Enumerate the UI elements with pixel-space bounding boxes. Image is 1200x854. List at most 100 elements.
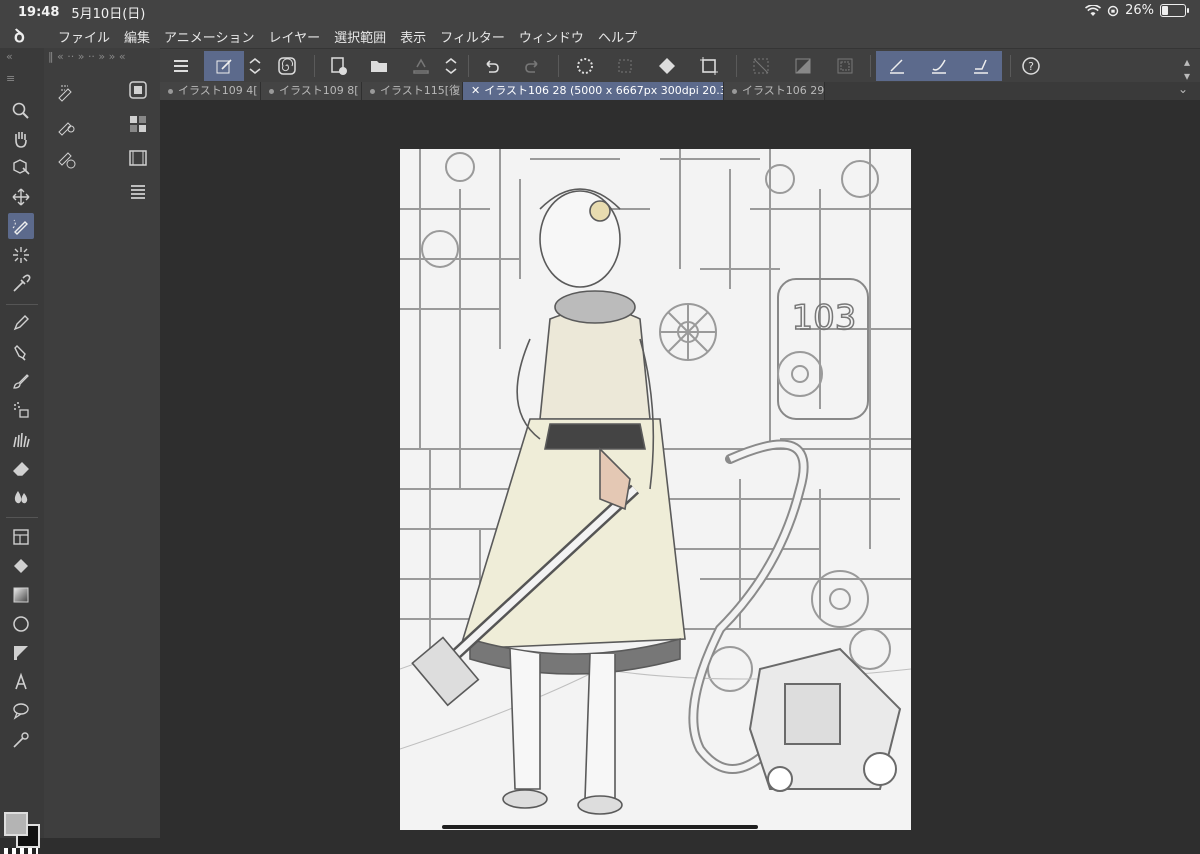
frame-border-icon bbox=[13, 529, 29, 545]
tool-zoom[interactable] bbox=[8, 98, 34, 124]
menu-button[interactable] bbox=[162, 51, 200, 81]
drawing-canvas[interactable]: 103 bbox=[400, 149, 911, 830]
tool-object[interactable] bbox=[8, 154, 34, 180]
sub-tool-object-icon[interactable] bbox=[56, 80, 78, 106]
menu-layer[interactable]: レイヤー bbox=[269, 27, 321, 46]
tool-frame-border[interactable] bbox=[8, 524, 34, 550]
tool-airbrush[interactable] bbox=[8, 397, 34, 423]
redo-icon bbox=[525, 60, 538, 73]
tool-decoration[interactable] bbox=[8, 426, 34, 452]
deselect-button[interactable] bbox=[784, 51, 822, 81]
fill-button[interactable] bbox=[648, 51, 686, 81]
stroke-2-icon bbox=[932, 59, 946, 74]
tab-doc-1[interactable]: イラスト109 4[ bbox=[160, 82, 261, 100]
select-all-icon bbox=[753, 58, 769, 74]
main-color-swatch[interactable] bbox=[4, 812, 28, 836]
color-set-icon[interactable] bbox=[128, 114, 148, 138]
artwork-image: 103 bbox=[400, 149, 911, 815]
tool-blend[interactable] bbox=[8, 484, 34, 510]
tab-doc-3[interactable]: イラスト115[復 bbox=[362, 82, 463, 100]
tool-fill[interactable] bbox=[8, 553, 34, 579]
app-logo-icon[interactable]: ꝺ bbox=[14, 24, 44, 48]
tool-ruler[interactable] bbox=[8, 640, 34, 666]
spiral-button[interactable] bbox=[268, 51, 306, 81]
tool-eyedropper[interactable] bbox=[8, 271, 34, 297]
loading-button[interactable] bbox=[566, 51, 604, 81]
tab-doc-5[interactable]: イラスト106 29 bbox=[724, 82, 825, 100]
close-dot-icon[interactable] bbox=[269, 88, 274, 94]
menu-file[interactable]: ファイル bbox=[58, 27, 110, 46]
tool-move[interactable] bbox=[8, 184, 34, 210]
tool-figure[interactable] bbox=[8, 611, 34, 637]
stroke-3-button[interactable] bbox=[960, 51, 1002, 81]
close-dot-icon[interactable] bbox=[370, 88, 375, 94]
open-button[interactable] bbox=[360, 51, 398, 81]
pen-mode-button[interactable] bbox=[204, 51, 244, 81]
sub-tool-point-icon[interactable] bbox=[56, 148, 78, 174]
sort-button[interactable] bbox=[440, 51, 462, 81]
invert-icon bbox=[837, 58, 853, 74]
open-folder-icon bbox=[371, 61, 387, 72]
new-canvas-button[interactable] bbox=[320, 51, 358, 81]
panel-nav-arrows-icon[interactable]: ‖ « ·· » ·· » » « bbox=[48, 50, 126, 63]
invert-button[interactable] bbox=[826, 51, 864, 81]
transform-icon bbox=[618, 59, 632, 73]
tool-pen-select[interactable] bbox=[8, 213, 34, 239]
menu-filter[interactable]: フィルター bbox=[440, 27, 505, 46]
tabs-dropdown-chevron-icon[interactable]: ⌄ bbox=[1178, 82, 1188, 96]
swap-button[interactable] bbox=[244, 51, 266, 81]
help-button[interactable]: ? bbox=[1012, 51, 1050, 81]
spiral-icon bbox=[278, 57, 296, 75]
canvas-scrollbar[interactable] bbox=[442, 825, 758, 829]
tool-hand[interactable] bbox=[8, 126, 34, 152]
close-dot-icon[interactable] bbox=[732, 88, 737, 94]
menu-help[interactable]: ヘルプ bbox=[598, 27, 637, 46]
transparent-color-swatch[interactable] bbox=[4, 848, 38, 854]
menu-selection[interactable]: 選択範囲 bbox=[334, 27, 386, 46]
tool-balloon[interactable] bbox=[8, 698, 34, 724]
layer-list-icon[interactable] bbox=[128, 182, 148, 206]
new-canvas-icon bbox=[331, 57, 347, 75]
redo-button[interactable] bbox=[514, 51, 552, 81]
tool-pen[interactable] bbox=[8, 310, 34, 336]
toolbar-more-icon[interactable]: ▴ ▾ bbox=[1184, 55, 1190, 83]
gradient-icon bbox=[13, 587, 29, 603]
transform-button[interactable] bbox=[606, 51, 644, 81]
menu-view[interactable]: 表示 bbox=[400, 27, 426, 46]
tool-gradient[interactable] bbox=[8, 582, 34, 608]
status-indicators: 26% bbox=[1085, 3, 1189, 18]
tool-text[interactable] bbox=[8, 669, 34, 695]
eraser-icon bbox=[13, 462, 29, 476]
menu-animation[interactable]: アニメーション bbox=[164, 27, 254, 46]
tool-auto-select[interactable] bbox=[8, 242, 34, 268]
figure-circle-icon bbox=[13, 616, 29, 632]
menu-edit[interactable]: 編集 bbox=[124, 27, 150, 46]
auto-select-wand-icon bbox=[13, 247, 29, 263]
select-all-button[interactable] bbox=[742, 51, 780, 81]
undo-button[interactable] bbox=[472, 51, 510, 81]
animation-timeline-icon[interactable] bbox=[128, 148, 148, 172]
tool-panel-menu-icon[interactable]: ≡ bbox=[6, 72, 15, 85]
menu-window[interactable]: ウィンドウ bbox=[519, 27, 584, 46]
svg-text:?: ? bbox=[1028, 60, 1034, 73]
tab-doc-2[interactable]: イラスト109 8[ bbox=[261, 82, 362, 100]
menu-bar: ꝺ ファイル 編集 アニメーション レイヤー 選択範囲 表示 フィルター ウィン… bbox=[0, 24, 1200, 48]
loading-icon bbox=[577, 58, 593, 74]
close-dot-icon[interactable] bbox=[168, 88, 173, 94]
tool-correct-line[interactable] bbox=[8, 727, 34, 753]
tab-doc-active[interactable]: ✕ イラスト106 28 (5000 x 6667px 300dpi 20.3%) bbox=[463, 82, 724, 100]
panel-collapse-icon[interactable]: « bbox=[6, 50, 13, 63]
close-icon[interactable]: ✕ bbox=[471, 84, 480, 97]
save-button[interactable] bbox=[402, 51, 440, 81]
sub-tool-line-icon[interactable] bbox=[56, 114, 78, 140]
tool-pencil[interactable] bbox=[8, 339, 34, 365]
crop-button[interactable] bbox=[690, 51, 728, 81]
stroke-2-button[interactable] bbox=[918, 51, 960, 81]
stroke-1-button[interactable] bbox=[876, 51, 918, 81]
tool-brush[interactable] bbox=[8, 368, 34, 394]
tool-eraser[interactable] bbox=[8, 455, 34, 481]
canvas-area[interactable]: 103 bbox=[160, 100, 1200, 838]
pencil-icon bbox=[14, 345, 26, 361]
toolbar-divider bbox=[736, 55, 737, 77]
layer-property-icon[interactable] bbox=[128, 80, 148, 104]
